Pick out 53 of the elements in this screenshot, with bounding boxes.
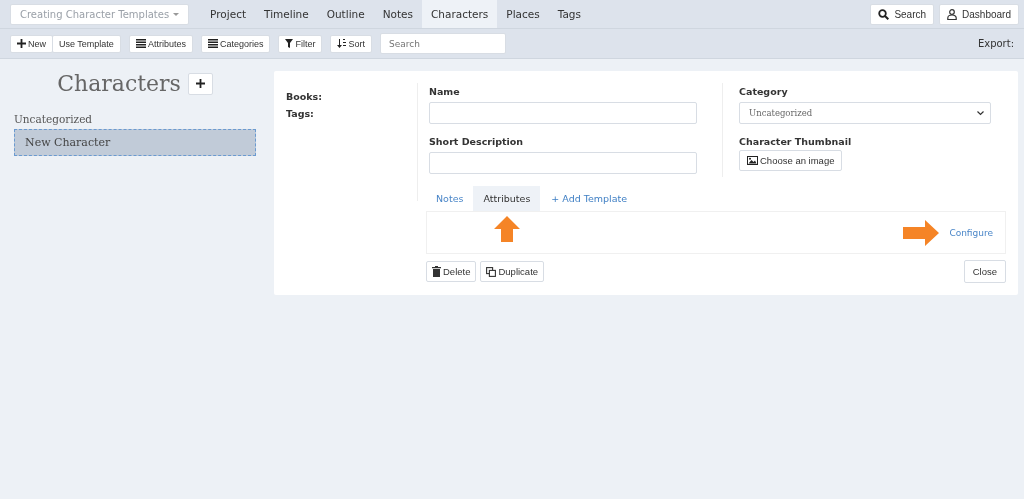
user-icon [947, 8, 958, 20]
toolbar-button[interactable]: Categories [200, 34, 271, 53]
add-button[interactable] [187, 72, 213, 95]
meta-label: Books: [286, 91, 324, 102]
field-label: Category [739, 86, 789, 97]
add-template-link[interactable]: + Add Template [540, 186, 639, 211]
search-icon [878, 8, 890, 20]
arrow-up-icon [494, 216, 520, 242]
nav-tab[interactable]: Places [497, 0, 549, 28]
filter-icon [285, 39, 294, 48]
list-icon [135, 39, 146, 48]
nav-tab[interactable]: Outline [317, 0, 374, 28]
search-field[interactable]: Search [379, 33, 506, 54]
toolbar-button[interactable]: Sort [330, 34, 372, 53]
arrow-right-icon [903, 219, 940, 246]
caret-icon [173, 12, 180, 16]
category-select[interactable]: Uncategorized [739, 102, 991, 124]
name-field[interactable] [429, 102, 697, 124]
editor-tab[interactable]: Notes [426, 186, 474, 211]
meta-label: Tags: [286, 108, 315, 119]
search-button[interactable]: Search [870, 3, 935, 25]
sort-icon [337, 39, 347, 48]
toolbar-button[interactable]: Filter [278, 34, 323, 53]
export-label: Export: [977, 38, 1014, 49]
toolbar-button[interactable]: Use Template [52, 34, 121, 53]
character-item[interactable]: New Character [14, 129, 256, 156]
field-label: Name [429, 86, 461, 97]
duplicate-button[interactable]: Duplicate [480, 261, 545, 282]
trash-icon [432, 266, 441, 277]
editor-tab[interactable]: Attributes [473, 186, 541, 211]
nav-tab[interactable]: Timeline [255, 0, 318, 28]
image-icon [747, 156, 758, 165]
copy-icon [486, 266, 497, 277]
delete-button[interactable]: Delete [426, 261, 477, 282]
dashboard-button[interactable]: Dashboard [939, 3, 1019, 25]
choose-image-button[interactable]: Choose an image [739, 150, 843, 171]
chevron-icon [977, 110, 984, 116]
configure-link[interactable]: Configure [949, 227, 993, 238]
nav-tab[interactable]: Characters [422, 0, 498, 28]
close-button[interactable]: Close [963, 260, 1006, 283]
nav-tab[interactable]: Notes [373, 0, 423, 28]
field-label: Short Description [429, 136, 525, 147]
toolbar-button[interactable]: Attributes [128, 34, 193, 53]
nav-tab[interactable]: Project [201, 0, 256, 28]
nav-tab[interactable]: Tags [548, 0, 590, 28]
list-icon [207, 39, 218, 48]
description-field[interactable] [429, 152, 697, 174]
field-label: Character Thumbnail [739, 136, 853, 147]
category-heading: Uncategorized [14, 113, 94, 125]
plus-icon [195, 79, 205, 88]
sidebar-title: Characters [57, 71, 181, 96]
plus-icon [17, 39, 26, 48]
toolbar-button[interactable]: New [10, 34, 53, 53]
